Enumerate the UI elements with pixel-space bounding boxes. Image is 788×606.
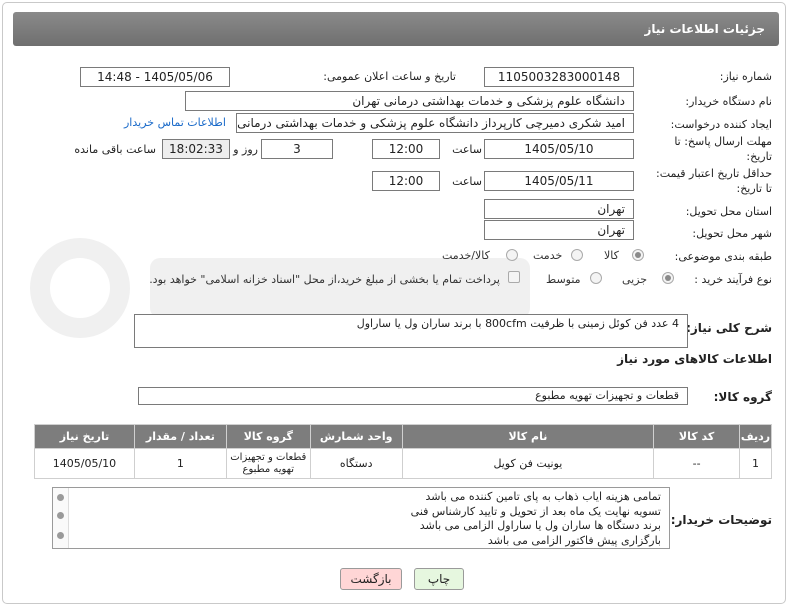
col-code: کد کالا — [653, 424, 741, 449]
process-radio-medium[interactable] — [590, 272, 602, 284]
goods-table: ردیف کد کالا نام کالا واحد شمارش گروه کا… — [34, 424, 772, 479]
note-line: تسویه نهایت یک ماه بعد از تحویل و تایید … — [410, 504, 661, 518]
buyer-org-label: نام دستگاه خریدار: — [685, 95, 772, 108]
notes-scrollbar[interactable] — [53, 488, 69, 548]
col-name: نام کالا — [401, 424, 655, 449]
process-label: نوع فرآیند خرید : — [694, 273, 772, 286]
remaining-time-field: 18:02:33 — [162, 139, 230, 159]
buyer-notes-label: توضیحات خریدار: — [670, 513, 772, 527]
cell-unit: دستگاه — [309, 448, 403, 479]
cell-date: 1405/05/10 — [34, 448, 135, 479]
cell-qty: 1 — [133, 448, 227, 479]
col-row: ردیف — [739, 424, 772, 449]
city-label: شهر محل تحویل: — [692, 227, 772, 240]
price-validity-date-field: 1405/05/11 — [484, 171, 634, 191]
price-validity-label-1: حداقل تاریخ اعتبار قیمت: — [656, 167, 772, 180]
print-button[interactable]: چاپ — [414, 568, 464, 590]
note-line: تمامی هزینه ایاب ذهاب به پای تامین کننده… — [425, 490, 661, 503]
category-radio-service[interactable] — [571, 249, 583, 261]
deadline-time-field: 12:00 — [372, 139, 440, 159]
province-label: استان محل تحویل: — [685, 205, 772, 218]
process-option-medium: متوسط — [546, 273, 581, 286]
deadline-time-label: ساعت — [452, 143, 482, 156]
scroll-down-icon[interactable] — [57, 532, 64, 539]
note-line: برند دستگاه ها ساران ول یا ساراول الزامی… — [419, 519, 661, 532]
category-option-both: کالا/خدمت — [442, 249, 490, 262]
treasury-payment-note: پرداخت تمام یا بخشی از مبلغ خرید،از محل … — [149, 273, 500, 286]
deadline-label-2: تاریخ: — [746, 150, 772, 163]
description-label: شرح کلی نیاز: — [686, 321, 772, 335]
days-field: 3 — [261, 139, 333, 159]
scroll-up-icon[interactable] — [57, 494, 64, 501]
category-radio-goods[interactable] — [632, 249, 644, 261]
category-radio-both[interactable] — [506, 249, 518, 261]
announce-field: 1405/05/06 - 14:48 — [80, 67, 230, 87]
cell-name: یونیت فن کویل — [401, 448, 655, 479]
days-label: روز و — [233, 143, 258, 156]
deadline-label-1: مهلت ارسال پاسخ: تا — [674, 135, 772, 148]
price-validity-time-label: ساعت — [452, 175, 482, 188]
process-option-minor: جزیی — [622, 273, 648, 286]
col-group: گروه کالا — [225, 424, 311, 449]
notes-text: تمامی هزینه ایاب ذهاب به پای تامین کننده… — [411, 490, 661, 548]
cell-group: قطعات و تجهیزات تهویه مطبوع — [225, 448, 311, 479]
description-field[interactable]: 4 عدد فن کوئل زمینی با ظرفیت 800cfm با ب… — [134, 314, 688, 348]
city-field: تهران — [484, 220, 634, 240]
col-qty: تعداد / مقدار — [133, 424, 227, 449]
province-field: تهران — [484, 199, 634, 219]
col-date: تاریخ نیاز — [34, 424, 135, 449]
goods-group-field: قطعات و تجهیزات تهویه مطبوع — [138, 387, 688, 405]
table-header-row: ردیف کد کالا نام کالا واحد شمارش گروه کا… — [34, 424, 772, 449]
price-validity-time-field: 12:00 — [372, 171, 440, 191]
announce-label: تاریخ و ساعت اعلان عمومی: — [323, 70, 456, 83]
treasury-payment-checkbox[interactable] — [508, 271, 520, 283]
table-row[interactable]: 1 -- یونیت فن کویل دستگاه قطعات و تجهیزا… — [34, 448, 772, 479]
category-label: طبقه بندی موضوعی: — [674, 250, 772, 263]
buyer-contact-link[interactable]: اطلاعات تماس خریدار — [124, 116, 226, 129]
requester-field: امید شکری دمیرچی کارپرداز دانشگاه علوم پ… — [236, 113, 634, 133]
need-number-field: 1105003283000148 — [484, 67, 634, 87]
goods-group-label: گروه کالا: — [713, 390, 772, 404]
panel-title: جزئیات اطلاعات نیاز — [13, 12, 779, 46]
buyer-org-field: دانشگاه علوم پزشکی و خدمات بهداشتی درمان… — [185, 91, 634, 111]
need-number-label: شماره نیاز: — [719, 70, 772, 83]
buyer-notes-box[interactable]: تمامی هزینه ایاب ذهاب به پای تامین کننده… — [52, 487, 670, 549]
process-radio-minor[interactable] — [662, 272, 674, 284]
note-line: بارگزاری پیش فاکتور الزامی می باشد — [487, 533, 661, 547]
back-button[interactable]: بازگشت — [340, 568, 402, 590]
cell-row: 1 — [739, 448, 772, 479]
price-validity-label-2: تا تاریخ: — [736, 182, 772, 195]
remaining-label: ساعت باقی مانده — [74, 143, 156, 156]
category-option-goods: کالا — [604, 249, 619, 262]
deadline-date-field: 1405/05/10 — [484, 139, 634, 159]
cell-code: -- — [653, 448, 741, 479]
requester-label: ایجاد کننده درخواست: — [670, 118, 772, 131]
col-unit: واحد شمارش — [309, 424, 403, 449]
scroll-thumb-icon[interactable] — [57, 512, 64, 519]
category-option-service: خدمت — [533, 249, 563, 262]
goods-info-title: اطلاعات کالاهای مورد نیاز — [617, 352, 772, 366]
